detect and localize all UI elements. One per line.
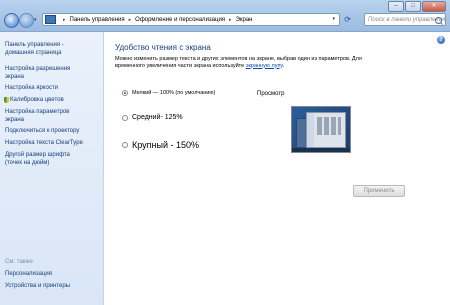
see-also-heading: См. также — [5, 259, 33, 265]
search-placeholder: Поиск в панели управления — [368, 17, 446, 23]
option-small-label: Мелкий — 100% (по умолчанию) — [132, 90, 216, 96]
sidebar-item-brightness[interactable]: Настройка яркости — [5, 84, 58, 92]
sidebar-item-devices[interactable]: Устройства и принтеры — [5, 282, 70, 290]
description-end: . — [282, 62, 285, 69]
sidebar-item-label: (точек на дюйм) — [5, 160, 50, 166]
option-large[interactable]: Крупный - 150% — [122, 140, 199, 150]
maximize-button[interactable]: □ — [405, 1, 421, 12]
chevron-right-icon[interactable]: ▸ — [63, 17, 66, 23]
sidebar-item-label: Настройка параметров — [5, 109, 70, 115]
control-panel-icon — [45, 15, 56, 24]
preview-grid — [317, 117, 341, 135]
title-bar: – □ ✕ ‹ › ▾ ▸ Панель управления ▸ Оформл… — [0, 0, 450, 32]
sidebar-item-cleartype[interactable]: Настройка текста ClearType — [5, 139, 83, 147]
sidebar-item-label: Другой размер шрифта — [5, 152, 70, 158]
magnifier-link[interactable]: экранную лупу — [246, 63, 283, 69]
sidebar-item-label: экрана — [5, 117, 25, 123]
sidebar-home-line1: Панель управления - — [5, 42, 64, 48]
forward-arrow-icon[interactable]: › — [19, 13, 34, 28]
option-small[interactable]: Мелкий — 100% (по умолчанию) — [122, 90, 215, 96]
sidebar: Панель управления - домашняя страница На… — [0, 32, 104, 305]
description-line2: временного увеличения части экрана испол… — [115, 63, 405, 70]
crumb-appearance[interactable]: Оформление и персонализация — [135, 17, 225, 23]
preview-sidebar — [307, 113, 314, 147]
window-controls: – □ ✕ — [388, 1, 446, 12]
crumb-display[interactable]: Экран — [236, 17, 253, 23]
chevron-right-icon[interactable]: ▸ — [129, 17, 132, 23]
sidebar-item-resolution[interactable]: Настройка разрешения экрана — [5, 65, 70, 81]
search-input[interactable]: Поиск в панели управления — [364, 13, 446, 26]
main-panel: ? Удобство чтения с экрана Можно изменит… — [104, 32, 450, 305]
sidebar-item-label: Настройка текста ClearType — [5, 140, 83, 146]
option-large-label: Крупный - 150% — [132, 140, 200, 150]
preview-window — [306, 112, 346, 148]
close-button[interactable]: ✕ — [422, 1, 446, 12]
sidebar-item-projector[interactable]: Подключиться к проектору — [5, 127, 79, 135]
refresh-icon[interactable]: ⟳ — [344, 15, 351, 24]
sidebar-item-home[interactable]: Панель управления - домашняя страница — [5, 41, 64, 57]
search-icon[interactable] — [435, 17, 442, 24]
recent-pages-dropdown[interactable]: ▾ — [34, 17, 37, 23]
sidebar-item-personalization[interactable]: Персонализация — [5, 270, 52, 278]
sidebar-item-label: Подключиться к проектору — [5, 128, 80, 134]
page-title: Удобство чтения с экрана — [115, 43, 211, 52]
sidebar-item-label: Калибровка цветов — [10, 97, 64, 103]
sidebar-item-label: экрана — [5, 74, 25, 80]
sidebar-item-calibrate[interactable]: Калибровка цветов — [4, 96, 64, 104]
sidebar-item-label: Настройка яркости — [5, 85, 58, 91]
radio-small[interactable] — [122, 90, 128, 96]
description: Можно изменить размер текста и других эл… — [115, 56, 405, 69]
sidebar-home-line2: домашняя страница — [5, 50, 62, 56]
minimize-button[interactable]: – — [388, 1, 404, 12]
chevron-down-icon[interactable]: ▾ — [332, 16, 335, 22]
chevron-right-icon[interactable]: ▸ — [229, 17, 232, 23]
back-arrow-icon[interactable]: ‹ — [4, 13, 19, 28]
preview-label: Просмотр — [257, 91, 285, 97]
sidebar-item-label: Настройка разрешения — [5, 66, 71, 72]
radio-large[interactable] — [122, 142, 128, 148]
crumb-control-panel[interactable]: Панель управления — [70, 17, 125, 23]
option-medium[interactable]: Средний- 125% — [122, 114, 183, 121]
description-text: временного увеличения части экрана испол… — [115, 62, 245, 69]
apply-button[interactable]: Применить — [353, 185, 405, 197]
radio-medium[interactable] — [122, 114, 128, 121]
address-bar[interactable]: ▸ Панель управления ▸ Оформление и персо… — [42, 13, 351, 26]
preview-image — [291, 106, 351, 153]
preview-taskbar — [292, 148, 350, 152]
sidebar-item-dpi[interactable]: Другой размер шрифта (точек на дюйм) — [5, 151, 70, 167]
shield-icon — [4, 97, 9, 103]
help-icon[interactable]: ? — [437, 36, 445, 44]
sidebar-item-display-settings[interactable]: Настройка параметров экрана — [5, 108, 69, 124]
option-medium-label: Средний- 125% — [132, 114, 183, 121]
